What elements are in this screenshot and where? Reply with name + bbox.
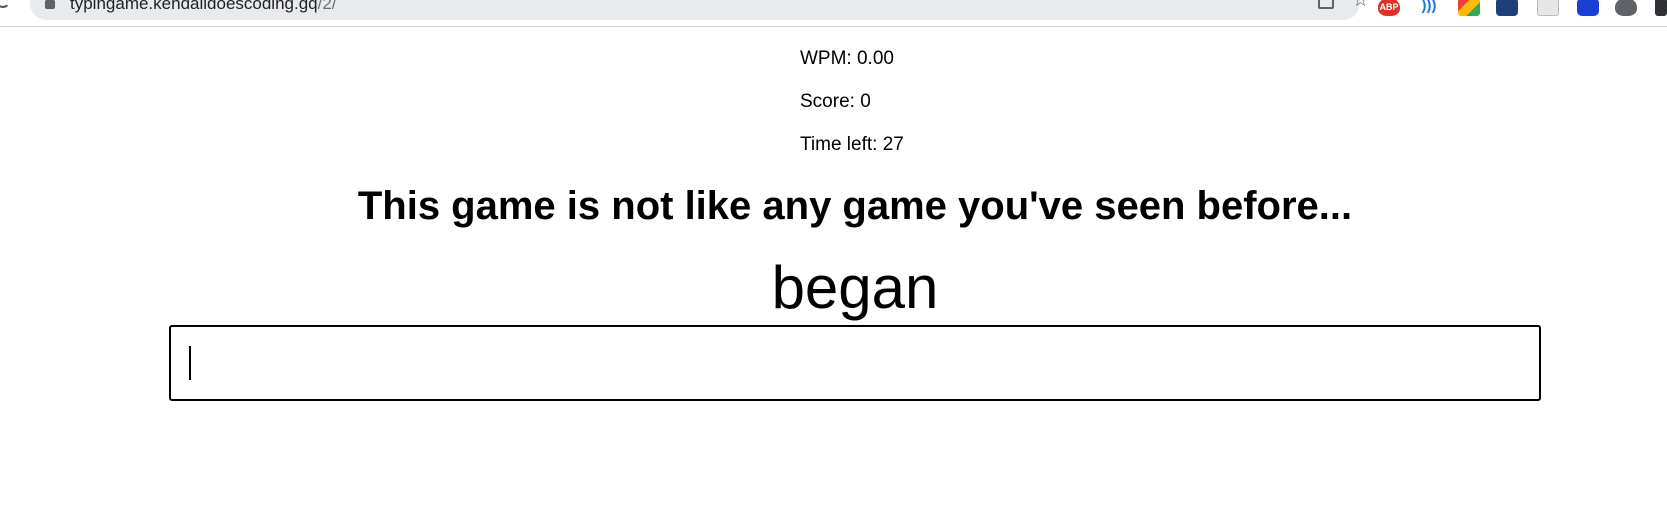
wave-icon[interactable]: ))): [1418, 0, 1440, 16]
time-left-readout: Time left: 27: [800, 134, 904, 155]
browser-toolbar: typingame.kendalldoescoding.gq/2/ ☆ ABP …: [0, 0, 1667, 27]
lock-icon[interactable]: [45, 0, 55, 9]
wpm-readout: WPM: 0.00: [800, 48, 894, 69]
video-extension-icon[interactable]: [1577, 0, 1599, 16]
document-extension-icon[interactable]: [1537, 0, 1559, 16]
grid-extension-icon[interactable]: [1458, 0, 1480, 16]
url-text[interactable]: typingame.kendalldoescoding.gq/2/: [70, 0, 337, 14]
typing-input[interactable]: [169, 325, 1541, 401]
reload-icon[interactable]: [0, 0, 10, 8]
score-readout: Score: 0: [800, 91, 871, 112]
puppy-extension-icon[interactable]: [1615, 0, 1637, 16]
game-headline: This game is not like any game you've se…: [357, 184, 1353, 228]
text-caret: [189, 346, 191, 380]
url-path: /2/: [317, 0, 337, 13]
target-word: began: [771, 254, 939, 321]
extensions-puzzle-icon[interactable]: [1655, 0, 1667, 16]
url-host: typingame.kendalldoescoding.gq: [70, 0, 318, 13]
share-icon[interactable]: [1318, 0, 1334, 9]
address-bar[interactable]: typingame.kendalldoescoding.gq/2/ ☆: [30, 0, 1369, 20]
bookmark-star-icon[interactable]: ☆: [1352, 0, 1369, 10]
checklist-extension-icon[interactable]: [1496, 0, 1518, 16]
adblock-plus-icon[interactable]: ABP: [1378, 0, 1400, 16]
game-stats: WPM: 0.00 Score: 0 Time left: 27: [800, 48, 904, 177]
